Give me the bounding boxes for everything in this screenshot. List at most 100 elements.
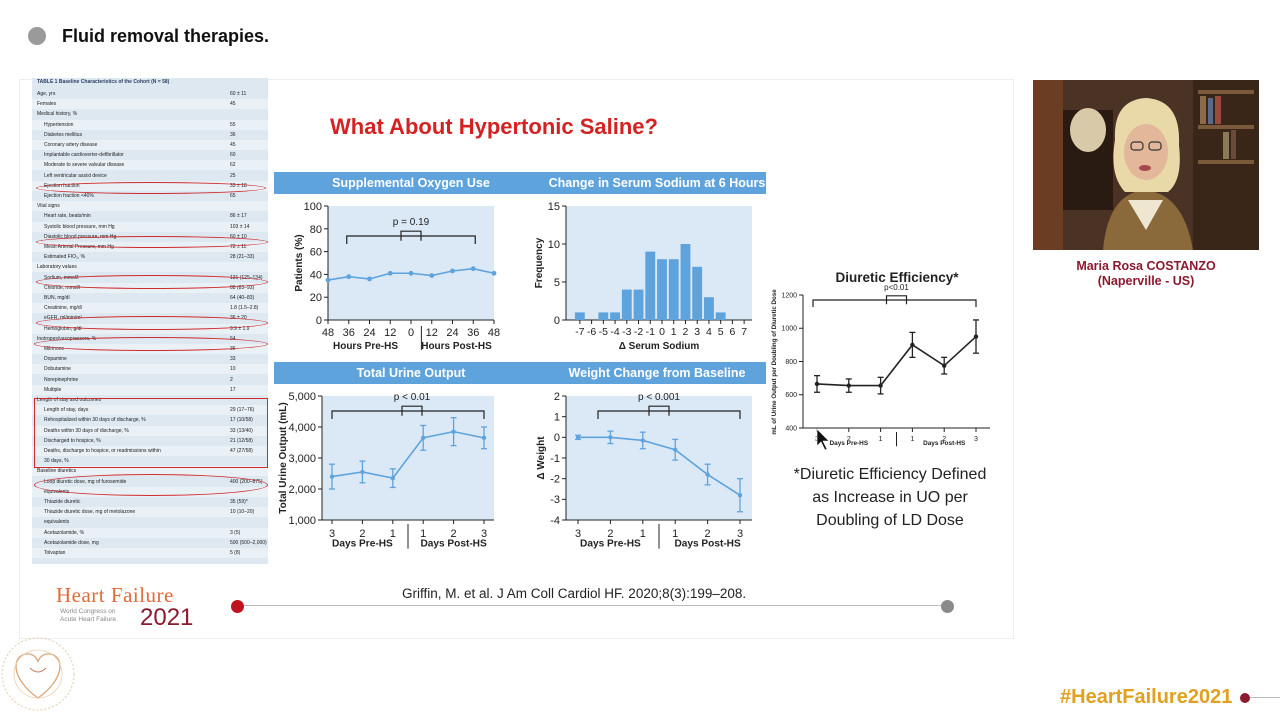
data-point — [973, 334, 979, 339]
speaker-caption: Maria Rosa COSTANZO (Naperville - US) — [1033, 259, 1259, 289]
x-tick-label: 1 — [879, 436, 883, 443]
group-label: Hours Pre-HS — [333, 341, 398, 352]
series-line — [816, 335, 977, 387]
mouse-cursor-icon — [816, 428, 830, 451]
y-axis-label: mL of Urine Output per Doubling of Diure… — [771, 289, 778, 435]
footer-dot — [231, 600, 244, 613]
y-tick-label: 1 — [554, 412, 560, 424]
note-line: Doubling of LD Dose — [816, 512, 964, 529]
x-tick-label: 0 — [659, 326, 665, 338]
x-tick-label: 2 — [683, 326, 689, 338]
y-tick-label: -4 — [550, 515, 560, 527]
note-line: *Diuretic Efficiency Defined — [793, 466, 987, 483]
y-tick-label: 15 — [548, 201, 560, 213]
y-tick-label: 1200 — [781, 292, 797, 299]
y-tick-label: 3,000 — [288, 453, 316, 465]
x-tick-label: 36 — [343, 327, 355, 339]
x-tick-label: 6 — [729, 326, 735, 338]
y-axis-label: Patients (%) — [294, 234, 305, 291]
data-point — [608, 435, 613, 440]
histogram-bar — [680, 244, 691, 320]
group-label: Days Post-HS — [674, 538, 741, 549]
data-point — [910, 342, 915, 348]
logo-sub: Acute Heart Failure — [60, 616, 116, 623]
y-tick-label: 60 — [310, 247, 322, 259]
note-line: as Increase in UO per — [812, 489, 968, 506]
y-tick-label: 80 — [310, 224, 322, 236]
data-point — [640, 438, 645, 443]
y-tick-label: -2 — [550, 474, 560, 486]
histogram-bar — [657, 259, 667, 320]
p-value-label: p = 0.19 — [393, 217, 430, 228]
logo-sub: World Congress on — [60, 608, 116, 615]
x-tick-label: -4 — [610, 326, 619, 338]
speaker-location: (Naperville - US) — [1097, 274, 1195, 288]
y-tick-label: -3 — [550, 494, 560, 506]
data-point — [451, 429, 456, 434]
speaker-name: Maria Rosa COSTANZO — [1076, 259, 1216, 273]
data-point — [387, 270, 393, 276]
y-tick-label: 600 — [785, 392, 797, 399]
x-tick-label: -6 — [587, 326, 596, 338]
y-tick-label: 400 — [785, 425, 797, 432]
y-tick-label: 2 — [554, 391, 560, 403]
plot-area — [566, 396, 752, 520]
x-tick-label: 24 — [363, 327, 375, 339]
group-label: Days Post-HS — [923, 440, 966, 447]
data-point — [942, 363, 947, 368]
x-tick-label: 36 — [467, 327, 479, 339]
histogram-bar — [610, 312, 620, 320]
speaker-video-frame — [1033, 80, 1259, 250]
data-point — [329, 474, 335, 479]
x-tick-label: 5 — [718, 326, 724, 338]
data-point — [737, 493, 743, 498]
p-value-label: p<0.01 — [884, 283, 909, 292]
p-value-label: p < 0.001 — [638, 392, 680, 403]
histogram-bar — [704, 297, 714, 320]
histogram-bar — [621, 289, 632, 320]
group-label: Days Pre-HS — [332, 538, 393, 549]
data-point — [814, 381, 820, 387]
x-tick-label: 12 — [426, 327, 438, 339]
heart-emblem-icon — [1, 637, 75, 711]
data-point — [367, 276, 372, 282]
x-tick-label: 1 — [671, 326, 677, 338]
footer-dot — [941, 600, 954, 613]
x-tick-label: 12 — [384, 327, 396, 339]
diuretic-efficiency-note: *Diuretic Efficiency Defined as Increase… — [775, 463, 1005, 532]
data-point — [346, 274, 352, 280]
data-point — [491, 270, 497, 276]
citation: Griffin, M. et al. J Am Coll Cardiol HF.… — [402, 586, 747, 601]
x-tick-label: -7 — [575, 326, 584, 338]
histogram-bar — [645, 251, 656, 320]
y-tick-label: -1 — [550, 453, 560, 465]
y-tick-label: 1000 — [781, 326, 797, 333]
x-tick-label: 1 — [910, 436, 914, 443]
x-tick-label: 48 — [322, 327, 334, 339]
y-tick-label: 800 — [785, 359, 797, 366]
x-tick-label: 48 — [488, 327, 500, 339]
x-tick-label: 3 — [974, 436, 978, 443]
y-axis-label: Total Urine Output (mL) — [278, 402, 289, 513]
y-tick-label: 5,000 — [288, 391, 316, 403]
histogram-bar — [668, 259, 679, 320]
y-tick-label: 20 — [310, 292, 322, 304]
x-tick-label: -2 — [634, 326, 643, 338]
histogram-bar — [574, 312, 585, 320]
histogram-bar — [692, 266, 703, 320]
x-axis-label: Δ Serum Sodium — [619, 341, 700, 352]
histogram-bar — [715, 312, 726, 320]
data-point — [450, 268, 455, 274]
histogram-bar — [598, 312, 609, 320]
hashtag-line — [1250, 697, 1280, 698]
data-point — [878, 383, 883, 388]
data-point — [705, 472, 710, 477]
y-tick-label: 40 — [310, 269, 322, 281]
x-tick-label: -3 — [622, 326, 631, 338]
data-point — [575, 435, 581, 440]
footer-divider — [238, 605, 948, 606]
y-tick-label: 100 — [304, 201, 322, 213]
x-tick-label: 24 — [446, 327, 458, 339]
group-label: Days Pre-HS — [829, 440, 868, 447]
x-tick-label: 0 — [408, 327, 414, 339]
